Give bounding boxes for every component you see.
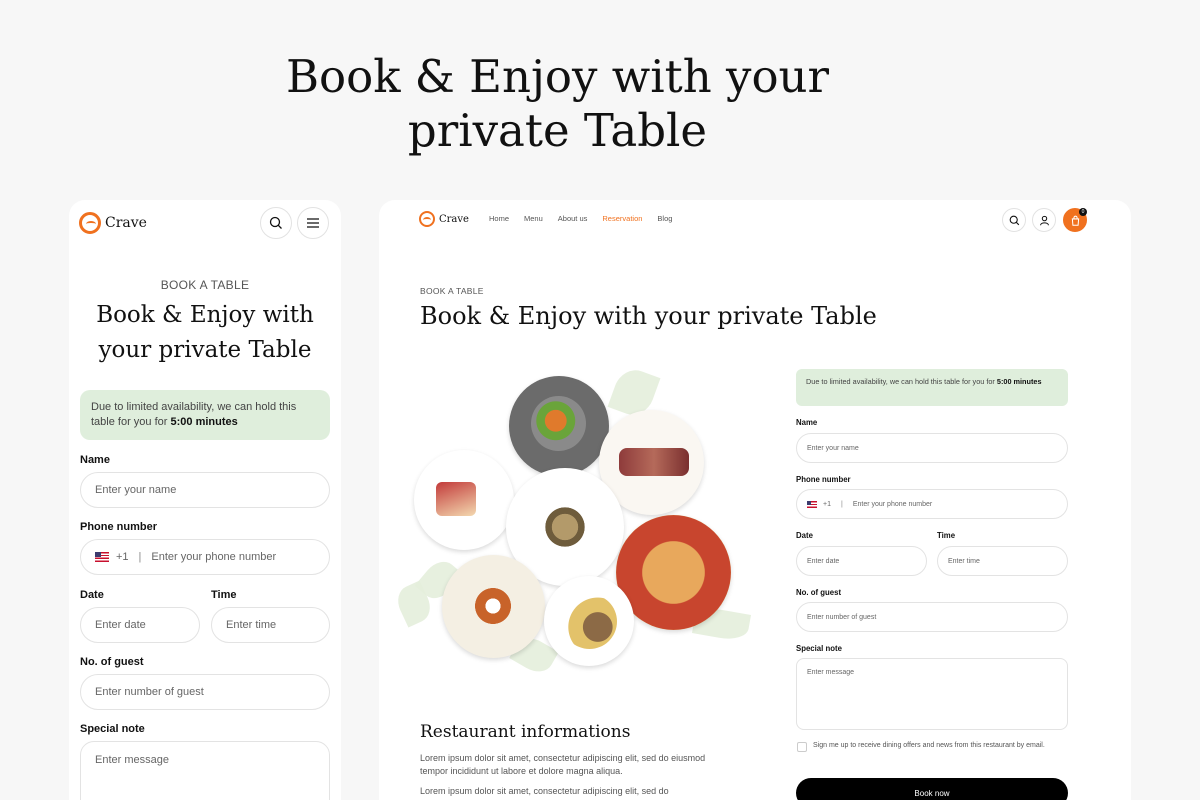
note-label: Special note [796, 644, 842, 653]
date-placeholder: Enter date [807, 557, 840, 565]
date-label: Date [796, 531, 813, 540]
plate-dessert [414, 450, 514, 550]
time-placeholder: Enter time [948, 557, 980, 565]
note-textarea[interactable]: Enter message [796, 658, 1068, 730]
menu-button[interactable] [297, 207, 329, 239]
phone-separator: | [138, 551, 142, 563]
note-placeholder: Enter message [807, 669, 855, 676]
desktop-logo[interactable]: Crave [419, 211, 469, 227]
nav-about-us[interactable]: About us [558, 214, 588, 223]
time-label: Time [211, 589, 237, 601]
guest-placeholder: Enter number of guest [807, 613, 877, 621]
time-placeholder: Enter time [226, 619, 277, 631]
time-input[interactable]: Enter time [211, 607, 330, 643]
us-flag-icon[interactable] [807, 500, 817, 508]
nav-reservation[interactable]: Reservation [602, 214, 642, 223]
nav-menu[interactable]: Menu [524, 214, 543, 223]
newsletter-checkbox[interactable] [797, 742, 807, 752]
cart-count-badge: 0 [1079, 208, 1087, 216]
hero-title-line1: Book & Enjoy with your [285, 50, 830, 103]
name-placeholder: Enter your name [95, 484, 177, 496]
desktop-preview: Crave Home Menu About us Reservation Blo… [379, 200, 1131, 800]
mobile-page-title: Book & Enjoy with your private Table [69, 298, 341, 368]
desktop-availability-notice: Due to limited availability, we can hold… [796, 369, 1068, 406]
search-button[interactable] [1002, 208, 1026, 232]
phone-placeholder: Enter your phone number [151, 551, 277, 563]
restaurant-info-paragraph: Lorem ipsum dolor sit amet, consectetur … [420, 753, 706, 776]
phone-label: Phone number [796, 475, 851, 484]
us-flag-icon[interactable] [95, 552, 109, 562]
note-placeholder: Enter message [95, 754, 169, 766]
name-input[interactable]: Enter your name [80, 472, 330, 508]
name-placeholder: Enter your name [807, 444, 859, 452]
hero-title: Book & Enjoy with your private Table [0, 50, 1115, 158]
nav-home[interactable]: Home [489, 214, 509, 223]
phone-placeholder: Enter your phone number [852, 500, 933, 508]
restaurant-info-paragraph: Lorem ipsum dolor sit amet, consectetur … [420, 786, 669, 796]
guest-label: No. of guest [80, 656, 144, 668]
mobile-title-line1: Book & Enjoy with [96, 302, 314, 328]
mobile-eyebrow: BOOK A TABLE [160, 278, 250, 292]
note-textarea[interactable]: Enter message [80, 741, 330, 800]
name-label: Name [80, 454, 110, 466]
notice-time: 5:00 minutes [996, 377, 1042, 386]
search-button[interactable] [260, 207, 292, 239]
main-nav: Home Menu About us Reservation Blog [489, 214, 672, 223]
phone-label: Phone number [80, 521, 158, 533]
user-icon [1039, 215, 1049, 225]
search-icon [1009, 215, 1019, 225]
phone-separator: | [840, 500, 843, 508]
newsletter-checkbox-label[interactable]: Sign me up to receive dining offers and … [813, 741, 1068, 751]
crave-logo-icon [79, 212, 101, 234]
plate-pasta [442, 555, 545, 658]
time-label: Time [937, 531, 956, 540]
guest-placeholder: Enter number of guest [95, 686, 204, 698]
nav-blog[interactable]: Blog [657, 214, 672, 223]
brand-name: Crave [105, 215, 147, 231]
hamburger-menu-icon [307, 218, 319, 228]
phone-country-code[interactable]: +1 [823, 501, 831, 508]
name-label: Name [796, 418, 818, 427]
phone-input[interactable]: +1 | Enter your phone number [796, 489, 1068, 519]
guest-input[interactable]: Enter number of guest [796, 602, 1068, 632]
name-input[interactable]: Enter your name [796, 433, 1068, 463]
desktop-eyebrow: BOOK A TABLE [420, 286, 484, 296]
date-input[interactable]: Enter date [796, 546, 927, 576]
mobile-logo[interactable]: Crave [79, 212, 147, 234]
date-input[interactable]: Enter date [80, 607, 200, 643]
food-plates-image [392, 364, 759, 680]
time-input[interactable]: Enter time [937, 546, 1068, 576]
date-placeholder: Enter date [95, 619, 146, 631]
cart-button[interactable]: 0 [1063, 208, 1087, 232]
phone-input[interactable]: +1 | Enter your phone number [80, 539, 330, 575]
plate-fries [544, 576, 634, 666]
brand-name: Crave [439, 213, 469, 225]
hero-title-line2: private Table [407, 104, 708, 157]
phone-country-code[interactable]: +1 [116, 551, 129, 563]
note-label: Special note [80, 723, 145, 735]
shopping-bag-icon [1071, 215, 1079, 226]
notice-time: 5:00 minutes [170, 416, 238, 428]
guest-input[interactable]: Enter number of guest [80, 674, 330, 710]
desktop-page-title: Book & Enjoy with your private Table [420, 302, 877, 330]
crave-logo-icon [419, 211, 435, 227]
mobile-preview: Crave BOOK A TABLE Book & Enjoy with you… [69, 200, 341, 800]
date-label: Date [80, 589, 104, 601]
restaurant-info-title: Restaurant informations [420, 722, 631, 742]
plate-vegetables [509, 376, 609, 476]
book-now-button[interactable]: Book now [796, 778, 1068, 800]
notice-text: Due to limited availability, we can hold… [806, 377, 997, 386]
guest-label: No. of guest [796, 588, 842, 597]
mobile-availability-notice: Due to limited availability, we can hold… [80, 390, 330, 440]
search-icon [269, 216, 282, 229]
mobile-title-line2: your private Table [98, 337, 312, 363]
account-button[interactable] [1032, 208, 1056, 232]
mobile-header: Crave [69, 200, 341, 248]
